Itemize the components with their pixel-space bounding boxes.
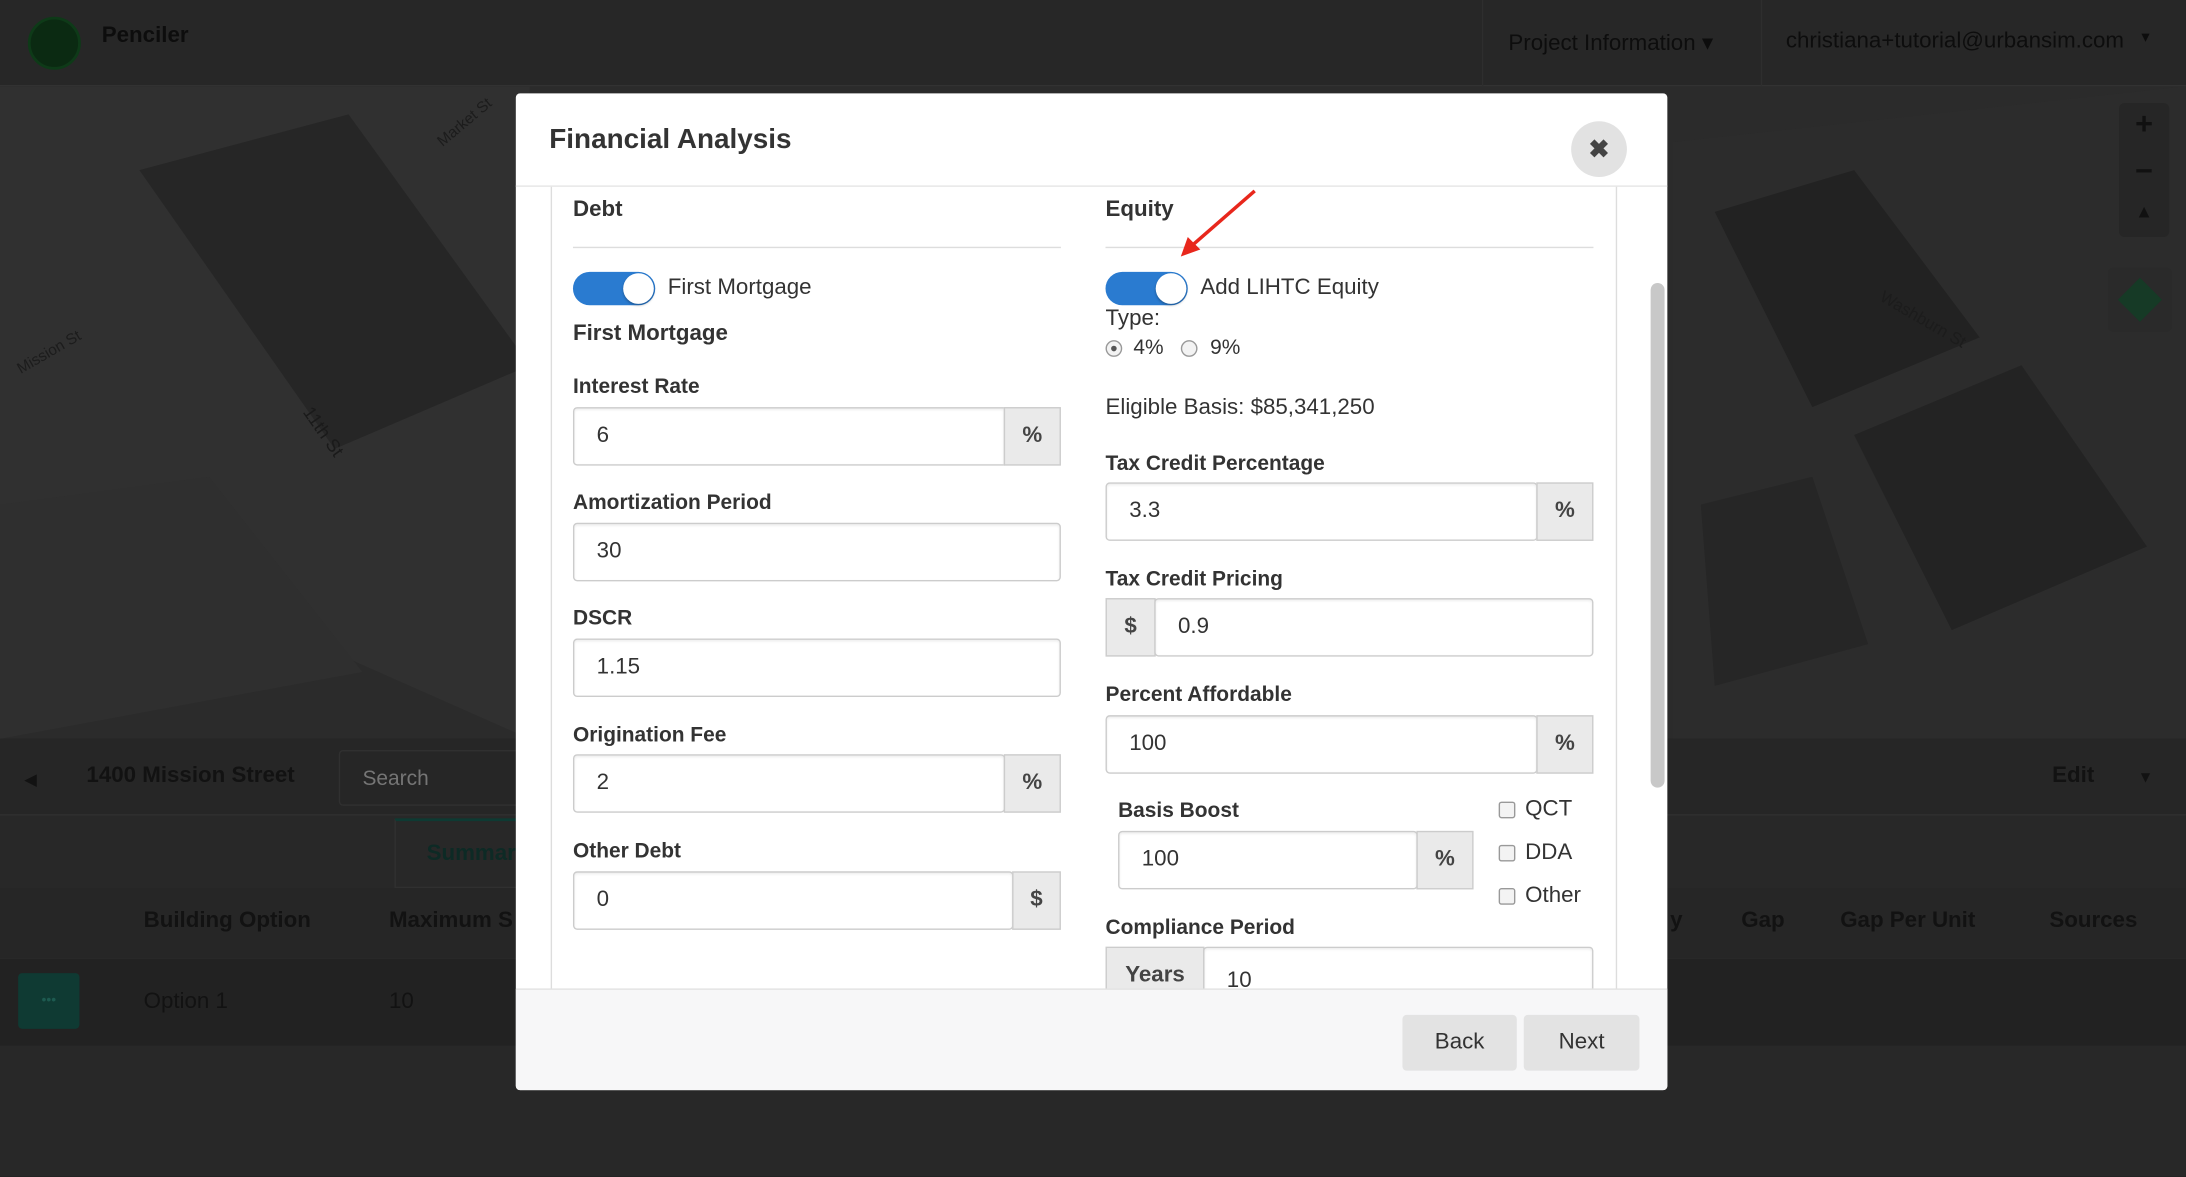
percent-addon: % [1536,482,1594,541]
layers-button[interactable] [2107,267,2173,332]
compliance-period-label: Compliance Period [1105,915,1295,940]
percent-affordable-label: Percent Affordable [1105,683,1292,707]
first-mortgage-subheading: First Mortgage [572,322,728,346]
row-max: 10 [388,989,414,1014]
type-9-label: 9% [1210,335,1241,360]
dscr-input[interactable]: 1.15 [572,638,1061,698]
qct-label: QCT [1525,797,1573,822]
equity-heading: Equity [1105,197,1174,222]
basis-boost-label: Basis Boost [1118,798,1239,823]
layers-icon [2117,277,2163,322]
lihtc-equity-toggle[interactable] [1105,271,1188,306]
percent-addon: % [1003,407,1061,466]
lihtc-equity-toggle-label: Add LIHTC Equity [1200,276,1379,300]
other-checkbox[interactable] [1498,888,1516,905]
debt-heading: Debt [572,197,623,222]
map-zoom-controls: + − ▲ [2119,103,2170,237]
qct-checkbox[interactable] [1498,801,1516,819]
tax-credit-pricing-label: Tax Credit Pricing [1105,567,1283,592]
type-9-radio[interactable] [1180,340,1198,357]
row-menu-button[interactable]: ••• [18,973,80,1029]
origination-fee-input[interactable]: 2 [572,754,1006,813]
origination-fee-label: Origination Fee [572,723,727,748]
next-button[interactable]: Next [1523,1014,1640,1071]
other-debt-label: Other Debt [572,839,682,863]
column-header[interactable]: Sources [2049,909,2137,934]
column-header[interactable]: y [1670,909,1682,934]
modal-title: Financial Analysis [549,124,792,155]
basis-boost-input[interactable]: 100 [1118,830,1418,890]
zoom-out-button[interactable]: − [2119,153,2169,189]
compass-button[interactable]: ▲ [2119,201,2169,222]
brand-name[interactable]: Penciler [102,24,189,49]
tab-summary[interactable]: Summary [394,818,534,889]
first-mortgage-toggle[interactable] [572,271,656,306]
project-information-menu[interactable]: Project Information ▾ [1508,29,1713,57]
type-4-label: 4% [1133,335,1164,360]
top-navbar: Penciler Project Information ▾ christian… [0,0,2186,87]
tax-credit-percentage-label: Tax Credit Percentage [1105,451,1325,476]
dscr-label: DSCR [572,606,633,631]
project-name: 1400 Mission Street [86,763,295,788]
close-button[interactable]: ✖ [1571,121,1627,178]
annotation-arrow-icon [1180,189,1256,257]
tab-summary-label: Summary [426,842,529,866]
search-input[interactable] [338,750,534,806]
percent-addon: % [1536,715,1594,774]
compliance-period-input[interactable]: 10 [1203,946,1594,989]
edit-caret-icon[interactable]: ▾ [2141,767,2149,787]
column-header[interactable]: Gap Per Unit [1840,909,1975,934]
row-option: Option 1 [143,989,228,1014]
interest-rate-input[interactable]: 6 [572,407,1006,466]
column-header[interactable]: Maximum S [389,909,516,934]
modal-footer: Back Next [515,988,1668,1091]
percent-affordable-input[interactable]: 100 [1105,715,1538,774]
user-menu-caret-icon[interactable]: ▾ [2141,26,2149,46]
user-menu[interactable]: christiana+tutorial@urbansim.com [1786,29,2124,54]
dollar-addon: $ [1105,598,1156,657]
type-label: Type: [1105,306,1161,331]
dollar-addon: $ [1012,871,1061,930]
column-header[interactable]: Gap [1741,909,1784,934]
dda-checkbox[interactable] [1498,844,1516,862]
dda-label: DDA [1525,840,1573,865]
interest-rate-label: Interest Rate [572,375,700,399]
tax-credit-percentage-input[interactable]: 3.3 [1105,482,1538,541]
eligible-basis: Eligible Basis: $85,341,250 [1105,395,1375,420]
amortization-input[interactable]: 30 [572,522,1061,582]
financial-analysis-modal: Financial Analysis ✖ Debt First Mortgage… [515,93,1668,1091]
first-mortgage-toggle-label: First Mortgage [667,276,812,300]
percent-addon: % [1003,754,1061,813]
zoom-in-button[interactable]: + [2119,106,2169,142]
other-debt-input[interactable]: 0 [572,871,1014,930]
percent-addon: % [1416,830,1474,890]
collapse-arrow-icon[interactable]: ◂ [25,765,36,793]
scrollbar[interactable] [1650,283,1665,788]
column-header[interactable]: Building Option [144,909,311,934]
penciler-logo-icon[interactable] [27,16,81,70]
type-4-radio[interactable] [1105,340,1123,357]
other-label: Other [1525,883,1581,908]
edit-menu[interactable]: Edit [2052,764,2094,789]
tax-credit-pricing-input[interactable]: 0.9 [1154,598,1594,657]
years-addon: Years [1105,946,1205,989]
amortization-label: Amortization Period [572,490,772,515]
back-button[interactable]: Back [1402,1014,1517,1071]
